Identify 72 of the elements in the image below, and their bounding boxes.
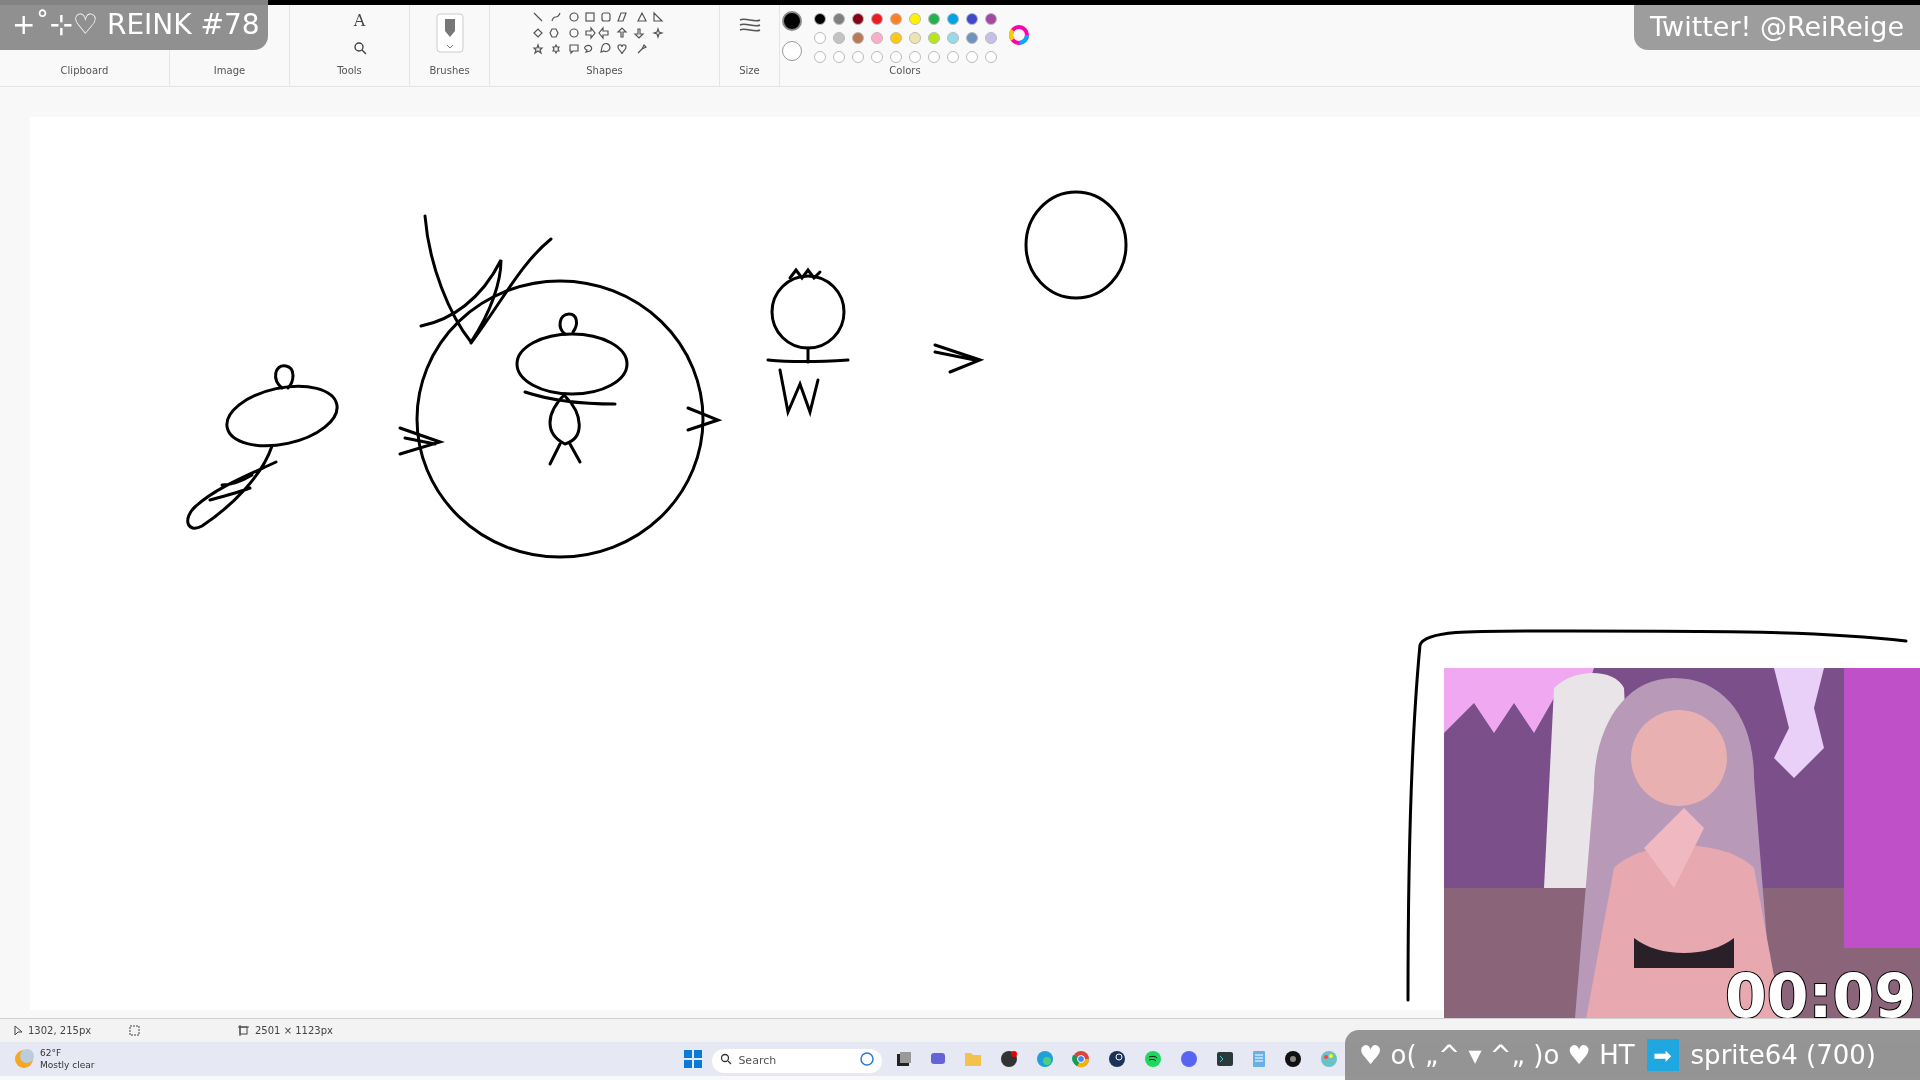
task-view-icon[interactable] (896, 1051, 913, 1067)
line-size-icon[interactable] (738, 17, 761, 33)
color-swatch[interactable] (851, 13, 864, 25)
group-label: Tools (336, 64, 363, 78)
cursor-position: 1302, 215px (28, 1024, 93, 1038)
color-swatch[interactable] (870, 13, 883, 25)
selection-icon (129, 1025, 140, 1036)
empty-color-slot[interactable] (889, 51, 902, 63)
empty-color-slot[interactable] (927, 51, 940, 63)
color-swatch[interactable] (908, 32, 921, 44)
donor-name: sprite64 (700) (1690, 1038, 1876, 1072)
empty-color-slot[interactable] (965, 51, 978, 63)
color-swatch[interactable] (832, 32, 845, 44)
chat-icon[interactable] (930, 1051, 947, 1067)
browser-icon[interactable] (1036, 1050, 1055, 1068)
empty-color-slot[interactable] (832, 51, 845, 63)
color-swatch[interactable] (908, 13, 921, 25)
circle-icon[interactable] (860, 1052, 875, 1066)
color-swatch[interactable] (984, 32, 997, 44)
cursor-icon (14, 1025, 23, 1036)
canvas-size-icon (238, 1025, 249, 1036)
group-label: Shapes (586, 64, 623, 78)
primary-color-swatch[interactable] (781, 11, 802, 31)
weather-condition[interactable]: Mostly clear (40, 1059, 95, 1071)
arrow-badge: ➡ (1646, 1039, 1679, 1071)
empty-color-slot[interactable] (946, 51, 959, 63)
empty-color-slot[interactable] (908, 51, 921, 63)
text-tool[interactable]: A (353, 9, 366, 33)
color-swatch[interactable] (851, 32, 864, 44)
color-swatch[interactable] (927, 32, 940, 44)
round-app-icon[interactable] (1284, 1050, 1303, 1068)
color-swatch[interactable] (946, 32, 959, 44)
color-wheel-icon[interactable] (1008, 25, 1029, 45)
search-icon (720, 1053, 733, 1065)
round-app-icon[interactable] (1144, 1050, 1163, 1068)
alert-message: ♥ o( „^ ▾ ^„ )o ♥ HT (1359, 1038, 1635, 1072)
empty-color-slot[interactable] (851, 51, 864, 63)
group-label: Clipboard (59, 64, 110, 78)
group-label: Image (212, 64, 247, 78)
terminal-icon[interactable] (1216, 1051, 1235, 1067)
color-swatch[interactable] (813, 13, 826, 25)
color-swatch[interactable] (984, 13, 997, 25)
empty-color-slot[interactable] (984, 51, 997, 63)
search-field[interactable]: Search (712, 1048, 883, 1073)
color-swatch[interactable] (927, 13, 940, 25)
color-swatch[interactable] (965, 13, 978, 25)
windows-start-icon[interactable] (684, 1050, 703, 1068)
social-handle-overlay: Twitter! @ReiReige (1634, 5, 1920, 50)
canvas-size: 2501 × 1123px (255, 1024, 333, 1038)
color-swatch[interactable] (832, 13, 845, 25)
color-swatch[interactable] (965, 32, 978, 44)
brush-icon[interactable] (435, 13, 464, 53)
group-label: Size (739, 64, 760, 78)
color-swatch[interactable] (870, 32, 883, 44)
secondary-color-swatch[interactable] (781, 41, 802, 61)
notepad-icon[interactable] (1252, 1050, 1267, 1068)
stream-title-overlay: +˚⊹♡ REINK #78 (0, 0, 268, 50)
color-swatch[interactable] (946, 13, 959, 25)
moon-icon[interactable] (14, 1049, 34, 1069)
temperature[interactable]: 62°F (40, 1047, 95, 1059)
round-app-icon[interactable] (1108, 1050, 1127, 1068)
group-label: Brushes (429, 64, 470, 78)
empty-color-slot[interactable] (813, 51, 826, 63)
round-app-icon[interactable] (1000, 1050, 1019, 1068)
zoom-icon[interactable] (352, 41, 367, 55)
color-swatch[interactable] (813, 32, 826, 44)
color-swatch[interactable] (889, 13, 902, 25)
empty-color-slot[interactable] (870, 51, 883, 63)
group-label: Colors (889, 64, 921, 78)
paint-icon[interactable] (1320, 1050, 1339, 1068)
browser-icon[interactable] (1072, 1050, 1091, 1068)
color-swatch[interactable] (889, 32, 902, 44)
